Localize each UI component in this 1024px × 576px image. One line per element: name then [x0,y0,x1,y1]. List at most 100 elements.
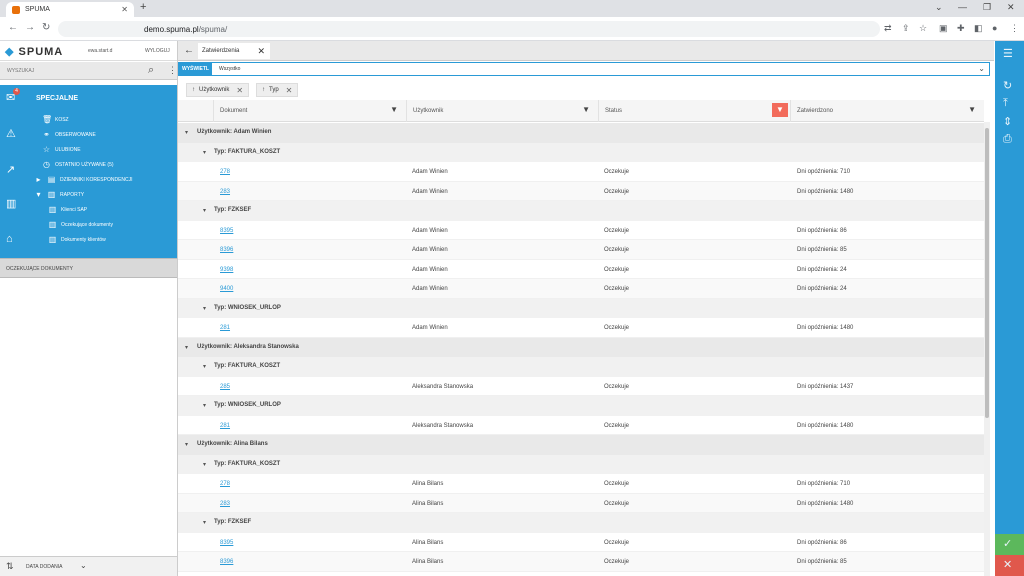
document-link[interactable]: 278 [220,481,230,487]
filter-icon[interactable]: ▼ [390,105,398,114]
menu-item-recent[interactable]: ◷ OSTATNIO UŻYWANE (5) [42,160,114,169]
menu-subitem-pending-docs[interactable]: ▥ Oczekujące dokumenty [48,220,113,229]
view-filter[interactable]: WYŚWIETL Wszystko ⌄ [178,62,990,76]
collapse-arrow-icon[interactable]: ▾ [185,441,188,448]
filter-icon[interactable]: ▼ [582,105,590,114]
filter-icon[interactable]: ▼ [968,105,976,114]
reject-button[interactable]: ✕ [995,555,1024,576]
collapse-arrow-icon[interactable]: ▾ [203,461,206,468]
more-options-icon[interactable]: ⋮ [168,65,177,76]
table-row[interactable]: 281 Aleksandra Stanowska Oczekuje Dni opóźn… [178,415,984,435]
refresh-icon[interactable]: ↻ [1003,79,1012,92]
table-row[interactable]: 8395 Adam Winien Oczekuje Dni opóźnienia: 8… [178,220,984,240]
group-row-user[interactable]: ▾ Użytkownik: Alina Bilans [178,435,984,455]
puzzle-icon[interactable]: ✚ [957,23,965,34]
group-chip-type[interactable]: ↑ Typ ✕ [256,83,299,97]
document-link[interactable]: 8395 [220,228,233,234]
column-header-document[interactable]: Dokument ▼ [213,100,406,122]
reports-icon[interactable]: ▥ [6,197,16,210]
document-link[interactable]: 8396 [220,247,233,253]
scrollbar-thumb[interactable] [985,128,989,418]
collapse-arrow-icon[interactable]: ▾ [203,305,206,312]
table-row[interactable]: 283 Adam Winien Oczekuje Dni opóźnienia: 14… [178,181,984,201]
back-arrow-icon[interactable]: ← [8,22,18,33]
table-row[interactable]: 281 Adam Winien Oczekuje Dni opóźnienia: 14… [178,318,984,338]
url-field[interactable]: demo.spuma.pl/spuma/ [58,21,880,37]
search-icon[interactable]: ⌕ [148,64,154,77]
maximize-button[interactable]: ❐ [983,2,991,13]
translate-icon[interactable]: ⇄ [884,23,892,34]
collapse-arrow-icon[interactable]: ▾ [185,129,188,136]
document-link[interactable]: 278 [220,169,230,175]
menu-item-journals[interactable]: ▸ ▤ DZIENNIKI KORESPONDENCJI [34,175,132,184]
close-icon[interactable]: ✕ [286,86,293,95]
collapse-arrow-icon[interactable]: ▾ [203,402,206,409]
column-header-status[interactable]: Status ▼ [598,100,790,122]
group-row-type[interactable]: ▾ Typ: FAKTURA_KOSZT [178,454,984,474]
column-header-approved[interactable]: Zatwierdzono ▼ [790,100,984,122]
logout-link[interactable]: WYLOGUJ [145,48,170,54]
chevron-down-icon[interactable]: ⌄ [80,561,87,570]
browser-menu-icon[interactable]: ⋮ [1010,23,1019,34]
expand-all-icon[interactable]: ⤒ [1003,97,1008,110]
tab-approvals[interactable]: Zatwierdzenia ✕ [198,43,270,59]
menu-subitem-client-docs[interactable]: ▥ Dokumenty klientów [48,235,106,244]
warning-icon[interactable]: ⚠ [6,127,16,140]
chevron-down-icon[interactable]: ⌄ [935,2,943,13]
minimize-button[interactable]: — [958,2,967,12]
active-filter-icon[interactable]: ▼ [772,103,788,117]
spuma-logo[interactable]: ◆ SPUMA [5,45,63,58]
document-link[interactable]: 281 [220,325,230,331]
group-row-type[interactable]: ▾ Typ: FZKSEF [178,513,984,533]
collapse-arrow-icon[interactable]: ▾ [203,149,206,156]
group-row-type[interactable]: ▾ Typ: FAKTURA_KOSZT [178,142,984,162]
collapse-arrow-icon[interactable]: ▾ [203,363,206,370]
table-row[interactable]: 9400 Adam Winien Oczekuje Dni opóźnienia: 2… [178,279,984,299]
share-icon[interactable]: ⇪ [902,23,910,34]
hamburger-menu-icon[interactable]: ☰ [1003,47,1013,60]
print-icon[interactable]: ⎙ [1003,133,1012,146]
close-window-button[interactable]: ✕ [1007,2,1015,13]
sort-icon[interactable]: ⇅ [6,561,14,572]
table-row[interactable]: 283 Alina Bilans Oczekuje Dni opóźnienia: 1… [178,493,984,513]
document-link[interactable]: 285 [220,384,230,390]
group-row-user[interactable]: ▾ Użytkownik: Aleksandra Stanowska [178,337,984,357]
table-row[interactable]: 8396 Alina Bilans Oczekuje Dni opóźnienia: … [178,552,984,572]
collapse-arrow-icon[interactable]: ▾ [203,519,206,526]
collapse-arrow-icon[interactable]: ▾ [203,207,206,214]
sidepanel-icon[interactable]: ◧ [974,23,983,34]
group-row-type[interactable]: ▾ Typ: FAKTURA_KOSZT [178,357,984,377]
bookmark-star-icon[interactable]: ☆ [919,23,927,34]
column-header-user[interactable]: Użytkownik ▼ [406,100,598,122]
table-row[interactable]: 8395 Alina Bilans Oczekuje Dni opóźnienia: … [178,532,984,552]
document-link[interactable]: 281 [220,423,230,429]
document-link[interactable]: 8396 [220,559,233,565]
close-icon[interactable]: ✕ [257,46,265,57]
new-tab-button[interactable]: + [140,1,146,13]
menu-item-trash[interactable]: 🗑 KOSZ [42,115,69,124]
document-link[interactable]: 9398 [220,267,233,273]
pending-documents-section[interactable]: OCZEKUJĄCE DOKUMENTY [0,258,177,278]
approve-button[interactable]: ✓ [995,534,1024,555]
grid-scrollbar[interactable] [984,122,990,576]
document-link[interactable]: 283 [220,189,230,195]
search-input[interactable]: WYSZUKAJ [7,68,34,74]
document-link[interactable]: 9400 [220,286,233,292]
group-row-user[interactable]: ▾ Użytkownik: Adam Winien [178,123,984,143]
menu-item-reports[interactable]: ▾ ▥ RAPORTY [34,190,84,199]
table-row[interactable]: 9398 Adam Winien Oczekuje Dni opóźnienia: 2… [178,259,984,279]
group-chip-user[interactable]: ↑ Użytkownik ✕ [186,83,250,97]
table-row[interactable]: 8396 Adam Winien Oczekuje Dni opóźnienia: 8… [178,240,984,260]
close-icon[interactable]: ✕ [236,86,243,95]
sort-field-label[interactable]: DATA DODANIA [26,564,63,570]
extension-icon[interactable]: ▣ [939,23,948,34]
trend-icon[interactable]: ↗ [6,163,15,176]
group-row-type[interactable]: ▾ Typ: FZKSEF [178,201,984,221]
document-link[interactable]: 8395 [220,540,233,546]
group-row-type[interactable]: ▾ Typ: WNIOSEK_URLOP [178,298,984,318]
forward-arrow-icon[interactable]: → [25,22,35,33]
table-row[interactable]: 278 Adam Winien Oczekuje Dni opóźnienia: 71… [178,162,984,182]
home-icon[interactable]: ⌂ [6,233,13,245]
menu-item-watched[interactable]: ⚭ OBSERWOWANE [42,130,96,139]
back-arrow-icon[interactable]: ← [184,45,194,56]
